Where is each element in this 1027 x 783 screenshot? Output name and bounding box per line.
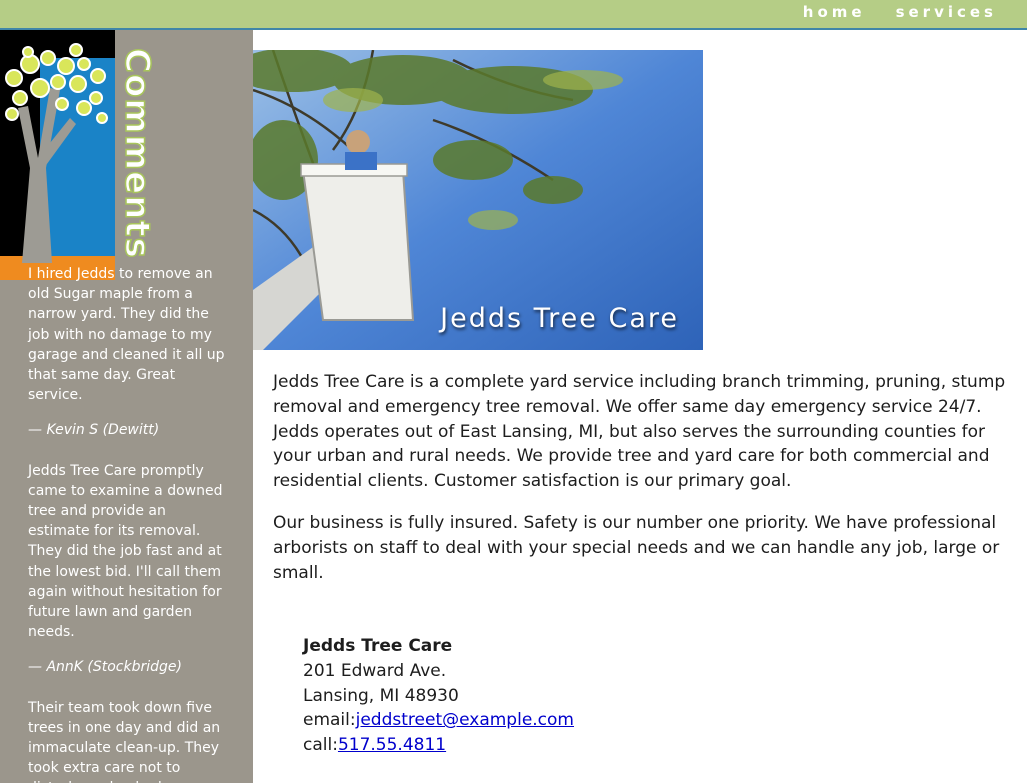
main-nav: home services [803,3,997,21]
phone-link[interactable]: 517.55.4811 [338,735,446,755]
svg-text:Comments: Comments [117,48,157,259]
email-link[interactable]: jeddstreet@example.com [356,710,574,730]
main-content: Jedds Tree Care Jedds Tree Care is a com… [253,30,1027,783]
intro-text: Jedds Tree Care is a complete yard servi… [273,370,1008,602]
email-line: email:jeddstreet@example.com [303,708,574,733]
hero-title: Jedds Tree Care [440,303,679,334]
intro-paragraph: Our business is fully insured. Safety is… [273,512,1000,583]
email-label: email: [303,710,356,731]
testimonial-text: Their team took down five trees in one d… [28,699,221,783]
business-name: Jedds Tree Care [303,636,453,656]
intro-paragraph: Jedds Tree Care is a complete yard servi… [273,372,1006,492]
testimonial-item: Their team took down five trees in one d… [28,698,228,783]
testimonial-text: Jedds Tree Care promptly came to examine… [28,462,223,641]
phone-label: call: [303,735,338,756]
hero-image: Jedds Tree Care [253,50,703,350]
testimonial-item: I hired Jedds to remove an old Sugar map… [28,264,228,441]
comments-heading: Comments [116,47,158,259]
testimonial-item: Jedds Tree Care promptly came to examine… [28,461,228,678]
testimonial-text: I hired Jedds to remove an old Sugar map… [28,266,225,404]
city-state-zip: Lansing, MI 48930 [303,685,459,706]
street-address: 201 Edward Ave. [303,660,447,681]
contact-block: Jedds Tree Care 201 Edward Ave. Lansing,… [303,634,574,758]
testimonial-author: — AnnK (Stockbridge) [28,659,182,676]
nav-services-link[interactable]: services [896,3,997,21]
phone-line: call:517.55.4811 [303,733,574,758]
top-nav-bar: home services [0,0,1027,30]
testimonial-author: — Kevin S (Dewitt) [28,422,160,439]
testimonial-list: I hired Jedds to remove an old Sugar map… [28,264,228,783]
nav-home-link[interactable]: home [803,3,866,21]
comments-sidebar: Comments I hired Jedds to remove an old … [0,30,253,783]
